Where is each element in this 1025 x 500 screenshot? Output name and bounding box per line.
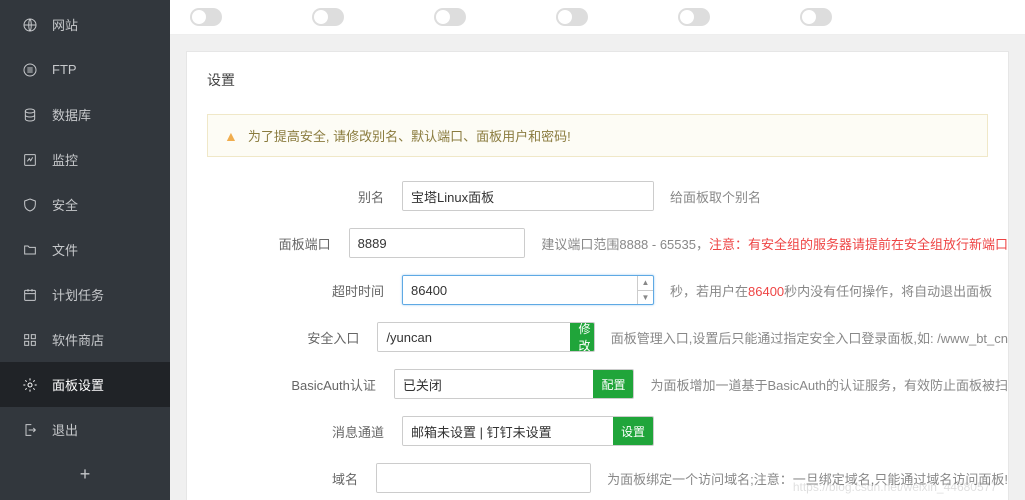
sidebar-item-database[interactable]: 数据库 (0, 92, 170, 137)
input-basicauth[interactable] (395, 370, 594, 398)
label-domain: 域名 (207, 469, 376, 488)
sidebar-item-label: 计划任务 (52, 285, 104, 304)
sidebar-item-label: 软件商店 (52, 330, 104, 349)
sidebar-add-button[interactable]: + (0, 452, 170, 497)
shield-icon (22, 197, 38, 213)
sidebar-item-label: 数据库 (52, 105, 91, 124)
help-basicauth: 为面板增加一道基于BasicAuth的认证服务，有效防止面板被扫 (650, 375, 1008, 394)
calendar-icon (22, 287, 38, 303)
set-msg-button[interactable]: 设置 (613, 417, 653, 445)
warning-icon: ▲ (224, 128, 238, 144)
help-alias: 给面板取个别名 (670, 187, 761, 206)
sidebar-item-label: 网站 (52, 15, 78, 34)
help-entry: 面板管理入口,设置后只能通过指定安全入口登录面板,如: /www_bt_cn (611, 328, 1008, 347)
security-alert: ▲ 为了提高安全, 请修改别名、默认端口、面板用户和密码! (207, 114, 988, 157)
sidebar-item-label: 安全 (52, 195, 78, 214)
row-port: 面板端口 修改 建议端口范围8888 - 65535，注意：有安全组的服务器请提… (187, 228, 1008, 258)
spinner-down-icon[interactable]: ▼ (638, 291, 653, 305)
row-basicauth: BasicAuth认证 配置 为面板增加一道基于BasicAuth的认证服务，有… (187, 369, 1008, 399)
input-timeout[interactable] (403, 276, 637, 304)
sidebar-item-label: FTP (52, 62, 77, 77)
chart-icon (22, 152, 38, 168)
spinner-up-icon[interactable]: ▲ (638, 276, 653, 291)
sidebar-item-label: 面板设置 (52, 375, 104, 394)
sidebar: 网站 FTP 数据库 监控 安全 文件 计划任务 软件商店 (0, 0, 170, 500)
sidebar-item-cron[interactable]: 计划任务 (0, 272, 170, 317)
toggle-3[interactable] (434, 8, 466, 26)
top-toggle-strip (170, 0, 1025, 35)
label-timeout: 超时时间 (207, 281, 402, 300)
toggle-6[interactable] (800, 8, 832, 26)
input-port[interactable] (350, 229, 526, 257)
globe-icon (22, 17, 38, 33)
number-spinner[interactable]: ▲▼ (637, 276, 653, 304)
label-alias: 别名 (207, 187, 402, 206)
toggle-4[interactable] (556, 8, 588, 26)
row-msg: 消息通道 设置 (187, 416, 1008, 446)
sidebar-item-files[interactable]: 文件 (0, 227, 170, 272)
label-port: 面板端口 (207, 234, 349, 253)
logout-icon (22, 422, 38, 438)
toggle-1[interactable] (190, 8, 222, 26)
help-timeout: 秒，若用户在86400秒内没有任何操作，将自动退出面板 (670, 281, 992, 300)
sidebar-item-label: 监控 (52, 150, 78, 169)
toggle-5[interactable] (678, 8, 710, 26)
modify-entry-button[interactable]: 修改 (570, 323, 594, 351)
label-basicauth: BasicAuth认证 (207, 375, 394, 394)
input-domain[interactable] (377, 464, 590, 492)
sidebar-item-settings[interactable]: 面板设置 (0, 362, 170, 407)
sidebar-item-security[interactable]: 安全 (0, 182, 170, 227)
configure-basicauth-button[interactable]: 配置 (593, 370, 633, 398)
sidebar-item-website[interactable]: 网站 (0, 2, 170, 47)
gear-icon (22, 377, 38, 393)
help-port: 建议端口范围8888 - 65535，注意：有安全组的服务器请提前在安全组放行新… (541, 234, 1008, 253)
panel-title: 设置 (187, 52, 1008, 104)
toggle-2[interactable] (312, 8, 344, 26)
input-alias[interactable] (403, 182, 653, 210)
label-entry: 安全入口 (207, 328, 377, 347)
sidebar-item-label: 文件 (52, 240, 78, 259)
row-timeout: 超时时间 ▲▼ 秒，若用户在86400秒内没有任何操作，将自动退出面板 (187, 275, 1008, 305)
row-alias: 别名 给面板取个别名 (187, 181, 1008, 211)
watermark-text: https://blog.csdn.net/weixin_44680577 (793, 480, 997, 494)
settings-panel: 设置 ▲ 为了提高安全, 请修改别名、默认端口、面板用户和密码! 别名 给面板取… (186, 51, 1009, 500)
grid-icon (22, 332, 38, 348)
sidebar-item-label: 退出 (52, 420, 78, 439)
sidebar-item-ftp[interactable]: FTP (0, 47, 170, 92)
input-entry[interactable] (378, 323, 570, 351)
database-icon (22, 107, 38, 123)
ftp-icon (22, 62, 38, 78)
sidebar-item-monitor[interactable]: 监控 (0, 137, 170, 182)
sidebar-item-software[interactable]: 软件商店 (0, 317, 170, 362)
alert-text: 为了提高安全, 请修改别名、默认端口、面板用户和密码! (248, 126, 571, 145)
label-msg: 消息通道 (207, 422, 402, 441)
input-msg[interactable] (403, 417, 613, 445)
sidebar-item-logout[interactable]: 退出 (0, 407, 170, 452)
folder-icon (22, 242, 38, 258)
row-entry: 安全入口 修改 面板管理入口,设置后只能通过指定安全入口登录面板,如: /www… (187, 322, 1008, 352)
